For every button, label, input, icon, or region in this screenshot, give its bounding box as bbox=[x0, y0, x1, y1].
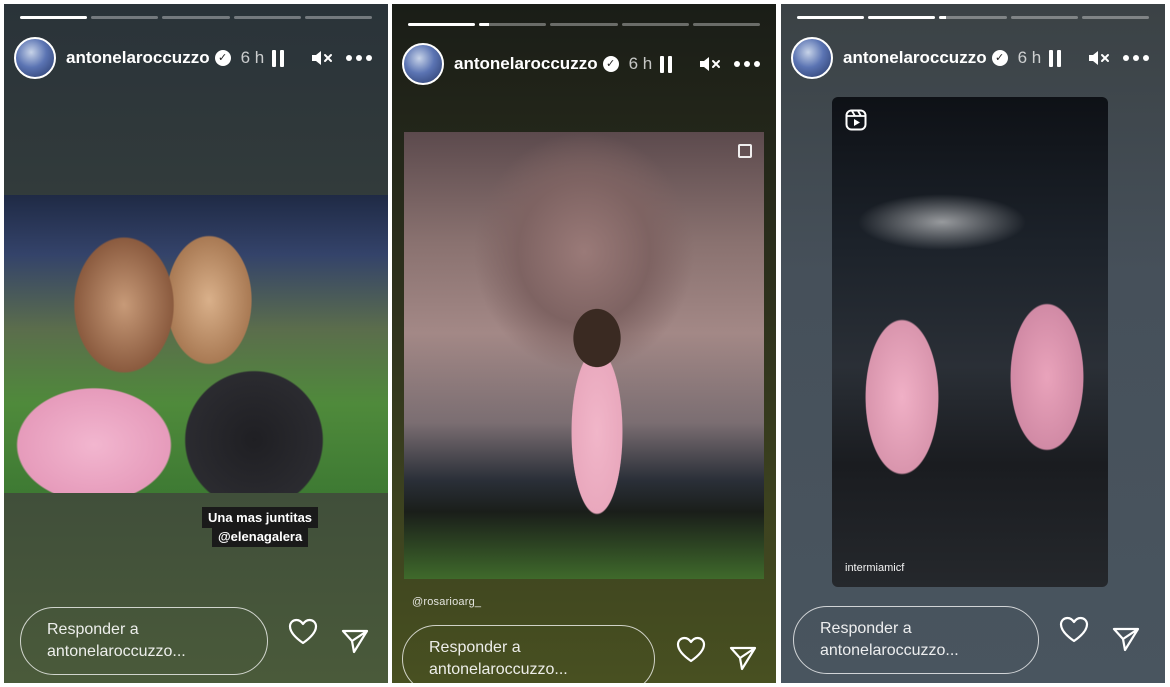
progress-segment bbox=[1010, 16, 1078, 19]
progress-segment bbox=[233, 16, 301, 19]
pause-icon[interactable] bbox=[272, 49, 285, 67]
progress-segment bbox=[408, 23, 476, 26]
progress-fill bbox=[939, 16, 947, 19]
progress-segment bbox=[692, 23, 761, 26]
heart-icon[interactable] bbox=[1059, 616, 1089, 644]
speaker-muted-icon[interactable] bbox=[1087, 48, 1111, 68]
send-icon[interactable] bbox=[729, 645, 757, 671]
progress-fill bbox=[868, 16, 936, 19]
verified-check-icon: ✓ bbox=[602, 56, 619, 72]
reply-placeholder-line1: Responder a bbox=[429, 639, 521, 656]
reply-bar: Responder a antonelaroccuzzo... bbox=[402, 625, 655, 683]
story-panel-3[interactable]: antonelaroccuzzo ✓ 6 h intermiamicf Resp… bbox=[781, 4, 1165, 683]
verified-check-icon: ✓ bbox=[991, 50, 1008, 66]
heart-icon[interactable] bbox=[288, 618, 318, 646]
username[interactable]: antonelaroccuzzo bbox=[66, 48, 210, 68]
story-photo bbox=[4, 195, 388, 493]
caption-mention[interactable]: @elenagalera bbox=[212, 526, 309, 547]
reply-placeholder-line2: antonelaroccuzzo... bbox=[429, 661, 568, 678]
progress-segment bbox=[621, 23, 689, 26]
story-panel-2[interactable]: antonelaroccuzzo ✓ 6 h @rosarioarg_ Resp… bbox=[392, 4, 776, 683]
reels-icon bbox=[845, 109, 867, 131]
post-time: 6 h bbox=[628, 54, 653, 73]
story-header: antonelaroccuzzo ✓ 6 h bbox=[791, 36, 1153, 80]
progress-segment bbox=[304, 16, 373, 19]
progress-segment bbox=[550, 23, 618, 26]
reply-input[interactable]: Responder a antonelaroccuzzo... bbox=[20, 607, 268, 675]
story-progress-bar bbox=[20, 16, 373, 19]
speaker-muted-icon[interactable] bbox=[310, 48, 334, 68]
reply-placeholder-line1: Responder a bbox=[47, 621, 139, 638]
avatar[interactable] bbox=[14, 37, 56, 79]
story-header: antonelaroccuzzo ✓ 6 h bbox=[402, 42, 764, 86]
progress-fill bbox=[479, 23, 490, 26]
reply-bar: Responder a antonelaroccuzzo... bbox=[20, 607, 268, 675]
reply-placeholder-line2: antonelaroccuzzo... bbox=[820, 642, 959, 659]
progress-fill bbox=[20, 16, 88, 19]
progress-segment bbox=[939, 16, 1007, 19]
reply-placeholder-line2: antonelaroccuzzo... bbox=[47, 643, 186, 660]
progress-segment bbox=[20, 16, 88, 19]
verified-check-icon: ✓ bbox=[214, 50, 231, 66]
heart-icon[interactable] bbox=[676, 636, 706, 664]
more-dots-icon[interactable] bbox=[1123, 55, 1153, 61]
avatar[interactable] bbox=[402, 43, 444, 85]
pause-icon[interactable] bbox=[1049, 49, 1062, 67]
progress-segment bbox=[91, 16, 159, 19]
reply-input[interactable]: Responder a antonelaroccuzzo... bbox=[402, 625, 655, 683]
progress-segment bbox=[162, 16, 230, 19]
more-dots-icon[interactable] bbox=[734, 61, 764, 67]
progress-fill bbox=[797, 16, 865, 19]
story-progress-bar bbox=[408, 23, 761, 26]
send-icon[interactable] bbox=[341, 628, 369, 654]
reply-bar: Responder a antonelaroccuzzo... bbox=[793, 606, 1039, 674]
story-header: antonelaroccuzzo ✓ 6 h bbox=[14, 36, 376, 80]
caption-line: Una mas juntitas bbox=[202, 507, 319, 528]
reel-preview[interactable]: intermiamicf bbox=[832, 97, 1108, 587]
pause-icon[interactable] bbox=[660, 55, 673, 73]
photo-credit-tag[interactable]: @rosarioarg_ bbox=[412, 596, 481, 608]
progress-segment bbox=[1081, 16, 1150, 19]
username[interactable]: antonelaroccuzzo bbox=[843, 48, 987, 68]
reply-input[interactable]: Responder a antonelaroccuzzo... bbox=[793, 606, 1039, 674]
story-photo bbox=[404, 132, 764, 579]
reply-placeholder-line1: Responder a bbox=[820, 620, 912, 637]
progress-segment bbox=[797, 16, 865, 19]
progress-fill bbox=[408, 23, 476, 26]
story-progress-bar bbox=[797, 16, 1150, 19]
send-icon[interactable] bbox=[1112, 626, 1140, 652]
avatar[interactable] bbox=[791, 37, 833, 79]
more-dots-icon[interactable] bbox=[346, 55, 376, 61]
reel-account-name[interactable]: intermiamicf bbox=[845, 562, 904, 574]
username[interactable]: antonelaroccuzzo bbox=[454, 54, 598, 74]
post-time: 6 h bbox=[1017, 48, 1042, 67]
speaker-muted-icon[interactable] bbox=[698, 54, 722, 74]
post-time: 6 h bbox=[240, 48, 265, 67]
carousel-icon bbox=[738, 144, 752, 158]
progress-segment bbox=[868, 16, 936, 19]
progress-segment bbox=[479, 23, 547, 26]
story-panel-1[interactable]: antonelaroccuzzo ✓ 6 h Una mas juntitas … bbox=[4, 4, 388, 683]
